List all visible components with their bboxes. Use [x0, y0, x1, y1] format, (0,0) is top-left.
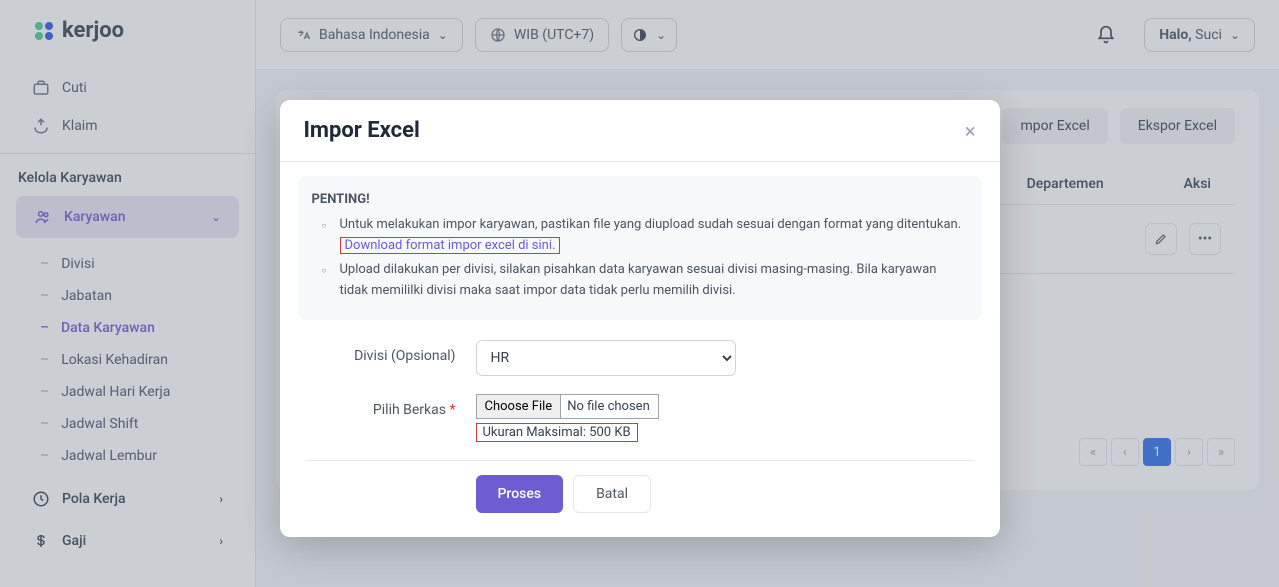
import-modal: Impor Excel × PENTING! Untuk melakukan i…	[280, 100, 1000, 537]
alert-heading: PENTING!	[312, 190, 968, 211]
label-file: Pilih Berkas *	[306, 394, 476, 418]
import-alert: PENTING! Untuk melakukan impor karyawan,…	[298, 176, 982, 320]
modal-overlay: Impor Excel × PENTING! Untuk melakukan i…	[0, 0, 1279, 587]
file-size-hint: Ukuran Maksimal: 500 KB	[476, 423, 638, 442]
label-divisi: Divisi (Opsional)	[306, 340, 476, 364]
cancel-button[interactable]: Batal	[573, 475, 651, 513]
modal-close-button[interactable]: ×	[965, 119, 976, 143]
alert-line1: Untuk melakukan impor karyawan, pastikan…	[340, 217, 962, 232]
file-none-text: No file chosen	[563, 395, 658, 418]
choose-file-button[interactable]: Choose File	[477, 395, 562, 418]
alert-line2: Upload dilakukan per divisi, silakan pis…	[326, 260, 968, 302]
file-input[interactable]: Choose File No file chosen	[476, 394, 659, 419]
divisi-select[interactable]: HR	[476, 340, 736, 376]
modal-title: Impor Excel	[304, 118, 420, 143]
download-format-link[interactable]: Download format impor excel di sini.	[340, 237, 561, 254]
submit-button[interactable]: Proses	[476, 475, 564, 513]
close-icon: ×	[965, 119, 976, 143]
